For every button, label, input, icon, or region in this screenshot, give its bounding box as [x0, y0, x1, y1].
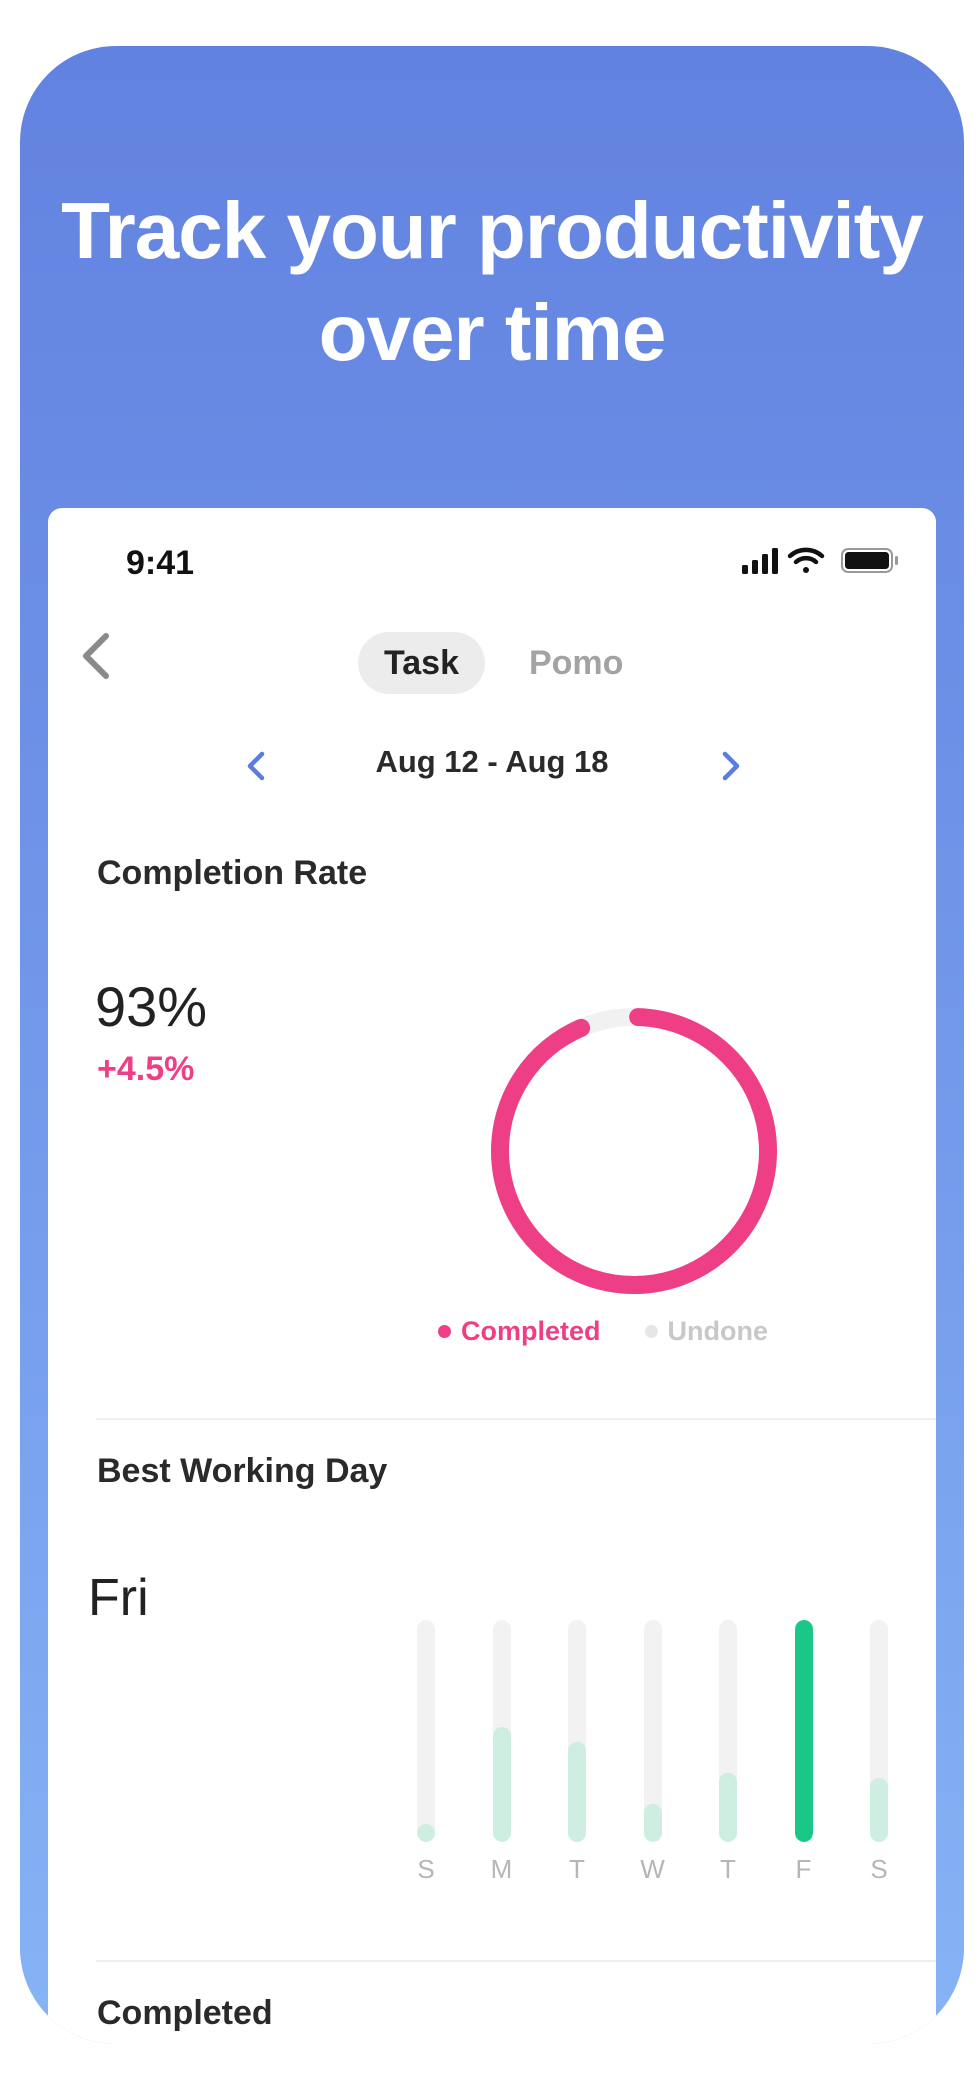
bar-track [417, 1620, 435, 1842]
signal-icon [742, 548, 778, 574]
legend-dot-undone [644, 1325, 658, 1338]
bar-day-label: T [720, 1854, 736, 1884]
bar-column-6: S [859, 1620, 899, 1884]
bar-fill [492, 1727, 511, 1842]
bar-fill [870, 1778, 888, 1842]
chevron-right-icon [722, 751, 740, 781]
legend-undone: Undone [644, 1316, 769, 1347]
status-icons [742, 546, 902, 574]
best-working-day-value: Fri [88, 1569, 149, 1627]
battery-icon [841, 548, 898, 573]
legend-label-undone: Undone [667, 1316, 769, 1346]
bar-column-1: M [482, 1620, 522, 1884]
segmented-control: Task Pomo [358, 632, 649, 694]
next-week-button[interactable] [713, 746, 749, 786]
headline-line-2: over time [318, 288, 667, 377]
bar-day-label: S [417, 1854, 435, 1884]
completion-rate-delta: +4.5% [97, 1050, 195, 1088]
chevron-left-icon [83, 633, 109, 679]
bar-fill [417, 1824, 435, 1842]
completion-donut-chart [491, 1008, 777, 1294]
bar-day-label: S [870, 1854, 888, 1884]
bar-fill [719, 1773, 737, 1842]
bar-column-4: T [708, 1620, 748, 1884]
legend-dot-completed [438, 1325, 451, 1338]
bar-track [719, 1620, 737, 1842]
legend-label-completed: Completed [461, 1316, 601, 1346]
date-range-nav: Aug 12 - Aug 18 [48, 740, 936, 790]
completion-rate-title: Completion Rate [97, 854, 368, 892]
best-working-day-title: Best Working Day [97, 1452, 388, 1490]
section-divider [96, 1960, 936, 1962]
back-button[interactable] [72, 626, 122, 686]
bar-day-label: T [569, 1854, 585, 1884]
bar-day-label: M [490, 1854, 513, 1884]
headline: Track your productivity over time [20, 180, 964, 384]
bar-track [492, 1620, 511, 1842]
bar-day-label: F [795, 1854, 812, 1884]
donut-legend: Completed Undone [438, 1316, 768, 1347]
weekday-bar-chart: SMTWTFS [48, 1620, 936, 1884]
wifi-icon [787, 547, 825, 573]
tab-task[interactable]: Task [358, 632, 485, 694]
bar-fill [643, 1804, 662, 1842]
section-divider [96, 1418, 936, 1420]
bar-track [568, 1620, 586, 1842]
tab-pomo[interactable]: Pomo [503, 632, 649, 694]
headline-line-1: Track your productivity [61, 186, 924, 275]
legend-completed: Completed [438, 1316, 601, 1347]
bar-track [643, 1620, 662, 1842]
bar-track [794, 1620, 813, 1842]
donut-completed-arc [491, 1008, 777, 1294]
bar-column-3: W [633, 1620, 673, 1884]
bar-fill-best [794, 1620, 813, 1842]
bar-column-5: F [784, 1620, 824, 1884]
completion-rate-value: 93% [95, 975, 208, 1038]
bar-track [870, 1620, 888, 1842]
bar-day-label: W [640, 1854, 665, 1884]
promo-frame: Track your productivity over time 9:41 T… [20, 46, 964, 2044]
bar-column-0: S [406, 1620, 446, 1884]
completed-title: Completed [97, 1994, 273, 2032]
date-range-label: Aug 12 - Aug 18 [375, 744, 609, 779]
bar-fill [568, 1742, 586, 1842]
status-icons-svg [742, 547, 898, 574]
bar-column-2: T [557, 1620, 597, 1884]
status-time: 9:41 [126, 544, 195, 582]
phone-screen: 9:41 Task Pomo Aug 12 - Aug 18 Completio… [48, 508, 936, 2044]
